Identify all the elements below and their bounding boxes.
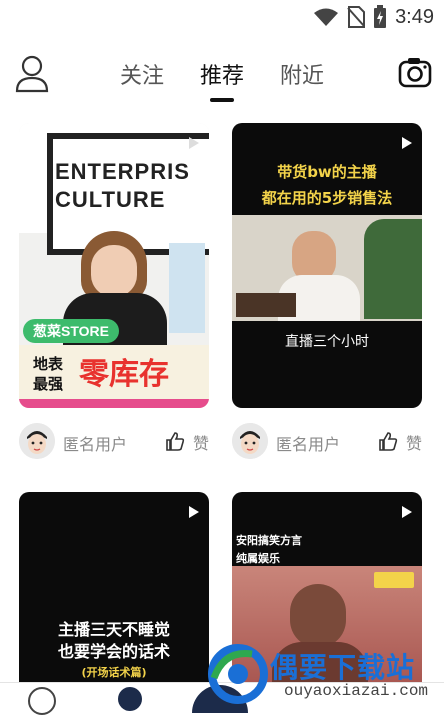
tab-following[interactable]: 关注 [112, 58, 172, 90]
thumbs-up-icon [379, 432, 398, 451]
like-label: 赞 [192, 434, 209, 453]
camera-icon [398, 58, 432, 88]
play-icon [402, 137, 412, 149]
avatar-icon [232, 423, 268, 459]
status-bar: 3:49 [0, 0, 444, 36]
thumb-text: 直播三个小时 [285, 334, 369, 350]
tab-nearby[interactable]: 附近 [272, 58, 332, 90]
avatar[interactable] [232, 423, 268, 459]
author-name[interactable]: 匿名用户 [63, 431, 127, 455]
no-sim-icon [347, 6, 366, 28]
card-meta: 匿名用户 赞 [19, 423, 209, 461]
thumb-text: 主播三天不睡觉 [57, 620, 170, 639]
like-button[interactable]: 赞 [165, 430, 209, 454]
tab-recommended[interactable]: 推荐 [192, 58, 252, 102]
watermark-title: 偶要下载站 [270, 651, 416, 684]
thumbs-up-icon [166, 432, 185, 451]
video-card[interactable]: 主播三天不睡觉 也要学会的话术 (开场话术篇) [19, 492, 209, 704]
like-label: 赞 [405, 434, 422, 453]
author-name[interactable]: 匿名用户 [276, 431, 340, 455]
user-icon [15, 55, 49, 93]
thumb-text: CULTURE [55, 187, 166, 212]
bottom-tab-discover[interactable] [118, 687, 142, 711]
camera-button[interactable] [398, 56, 432, 88]
thumb-text: 都在用的5步销售法 [261, 189, 393, 207]
status-time: 3:49 [395, 5, 434, 28]
thumb-text: 零库存 [79, 357, 169, 392]
thumb-text: (开场话术篇) [81, 666, 147, 679]
video-thumbnail[interactable]: 主播三天不睡觉 也要学会的话术 (开场话术篇) [19, 492, 209, 704]
watermark-logo [208, 644, 268, 704]
thumb-text: 葱菜STORE [23, 319, 119, 343]
play-icon [189, 137, 199, 149]
battery-charging-icon [374, 5, 387, 28]
top-nav: 关注 推荐 附近 [0, 44, 444, 108]
video-card[interactable]: ENTERPRIS CULTURE 葱菜STORE 地表 最强 零库存 匿名用户 [19, 123, 209, 463]
card-meta: 匿名用户 赞 [232, 423, 422, 461]
bottom-tab-home[interactable] [28, 687, 56, 715]
thumb-text: 安阳搞笑方言 [236, 534, 302, 547]
play-icon [402, 506, 412, 518]
watermark: 偶要下载站 ouyaoxiazai.com [204, 638, 444, 704]
play-icon [189, 506, 199, 518]
thumb-text: ENTERPRIS [55, 159, 190, 184]
wifi-icon [314, 8, 339, 26]
thumb-text: 地表 [33, 355, 64, 373]
tab-recommended-label: 推荐 [199, 64, 244, 89]
active-tab-indicator [210, 98, 234, 102]
video-card[interactable]: 带货bw的主播 都在用的5步销售法 直播三个小时 匿名用户 赞 [232, 123, 422, 463]
thumb-text: 带货bw的主播 [277, 163, 377, 181]
avatar[interactable] [19, 423, 55, 459]
profile-button[interactable] [14, 54, 50, 94]
thumb-text: 纯属娱乐 [236, 552, 280, 565]
feed-tabs: 关注 推荐 附近 [112, 58, 332, 102]
thumb-text: 最强 [33, 375, 64, 393]
video-thumbnail[interactable]: 带货bw的主播 都在用的5步销售法 直播三个小时 [232, 123, 422, 408]
watermark-url: ouyaoxiazai.com [284, 682, 429, 700]
avatar-icon [19, 423, 55, 459]
video-thumbnail[interactable]: ENTERPRIS CULTURE 葱菜STORE 地表 最强 零库存 [19, 123, 209, 408]
like-button[interactable]: 赞 [378, 430, 422, 454]
thumb-text: 也要学会的话术 [57, 642, 170, 661]
